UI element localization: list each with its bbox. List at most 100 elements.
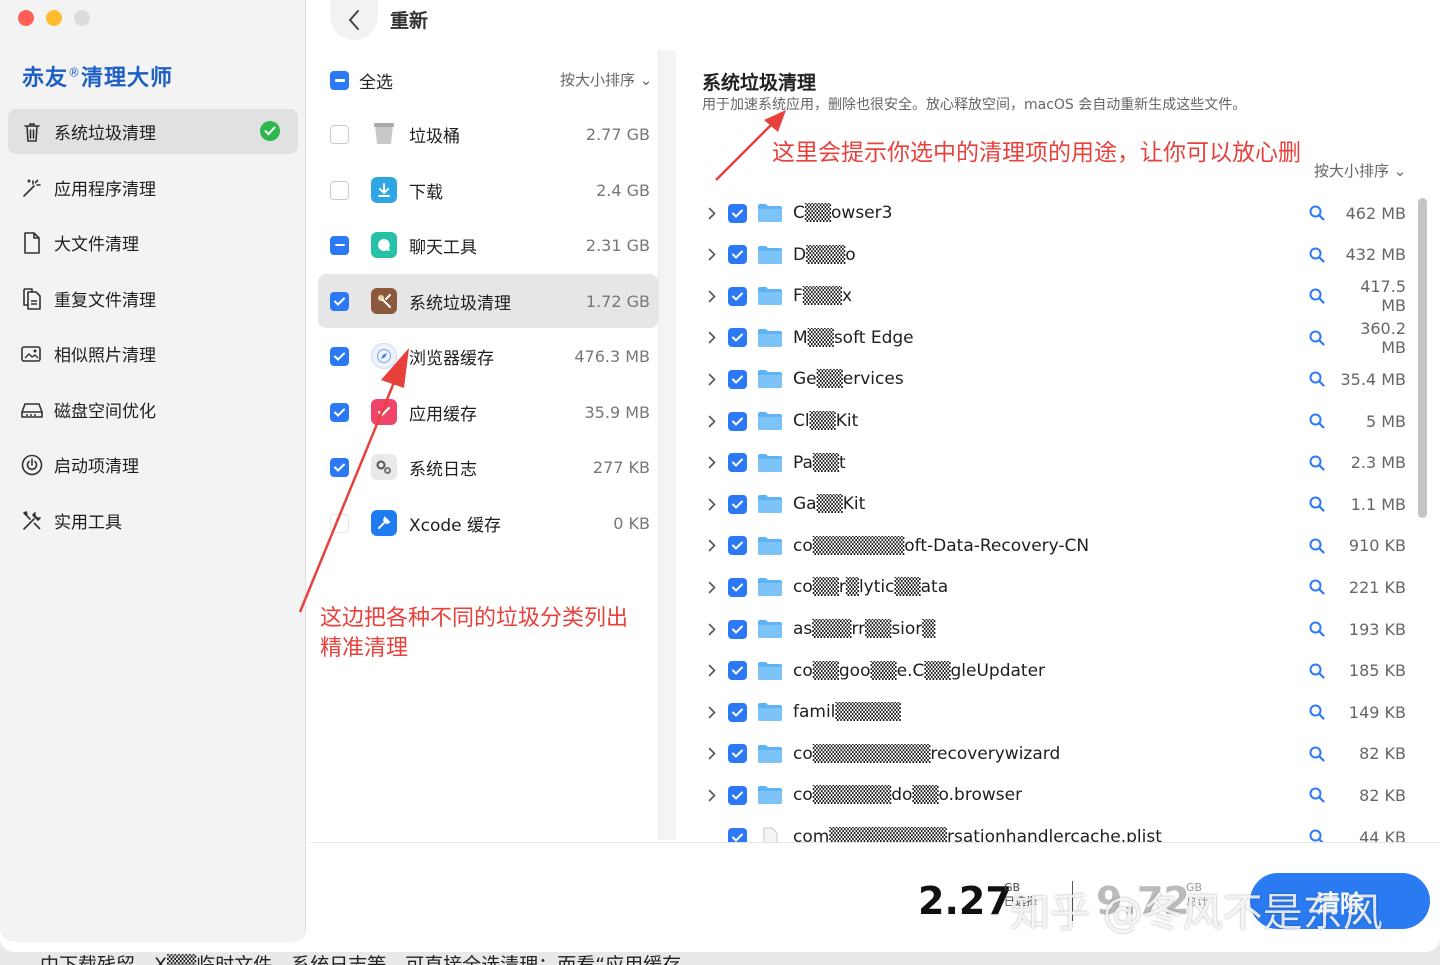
checkbox-checked[interactable]	[728, 619, 747, 639]
chevron-right-icon[interactable]	[706, 288, 718, 304]
checkbox[interactable]	[330, 513, 349, 533]
category-row-app-cache[interactable]: 应用缓存 35.9 MB	[318, 385, 658, 439]
search-icon[interactable]	[1308, 537, 1326, 555]
category-row-browser-cache[interactable]: 浏览器缓存 476.3 MB	[318, 329, 658, 383]
checkbox-mixed[interactable]	[330, 71, 349, 90]
file-row[interactable]: D▒▒▒o 432 MB	[706, 235, 1406, 275]
window-maximize-button[interactable]	[74, 10, 90, 26]
chevron-down-icon: ⌄	[1393, 162, 1407, 180]
scrollbar-track[interactable]	[658, 50, 676, 840]
category-row-chat-tools[interactable]: 聊天工具 2.31 GB	[318, 218, 658, 272]
file-row[interactable]: Pa▒▒t 2.3 MB	[706, 443, 1406, 483]
file-row[interactable]: co▒▒▒▒▒▒▒▒▒recoverywizard 82 KB	[706, 734, 1406, 774]
chevron-right-icon[interactable]	[706, 496, 718, 512]
search-icon[interactable]	[1308, 204, 1326, 222]
scrollbar-thumb[interactable]	[1418, 198, 1427, 518]
file-row[interactable]: Ge▒▒ervices 35.4 MB	[706, 359, 1406, 399]
search-icon[interactable]	[1308, 578, 1326, 596]
category-row-downloads[interactable]: 下载 2.4 GB	[318, 163, 658, 217]
search-icon[interactable]	[1308, 620, 1326, 638]
search-icon[interactable]	[1308, 786, 1326, 804]
sidebar-item-utilities[interactable]: 实用工具	[8, 498, 298, 543]
chevron-right-icon[interactable]	[706, 787, 718, 803]
chevron-right-icon[interactable]	[706, 663, 718, 679]
window-minimize-button[interactable]	[46, 10, 62, 26]
chevron-right-icon[interactable]	[706, 579, 718, 595]
chevron-right-icon[interactable]	[706, 413, 718, 429]
sidebar-item-app-cleanup[interactable]: 应用程序清理	[8, 165, 298, 210]
file-row[interactable]: as▒▒▒rr▒▒sior▒ 193 KB	[706, 609, 1406, 649]
checkbox[interactable]	[330, 180, 349, 200]
category-row-trash[interactable]: 垃圾桶 2.77 GB	[318, 107, 658, 161]
chevron-right-icon[interactable]	[706, 205, 718, 221]
search-icon[interactable]	[1308, 454, 1326, 472]
chevron-right-icon[interactable]	[706, 704, 718, 720]
search-icon[interactable]	[1308, 745, 1326, 763]
sidebar-item-large-files[interactable]: 大文件清理	[8, 220, 298, 265]
file-row[interactable]: co▒▒▒▒▒▒▒oft-Data-Recovery-CN 910 KB	[706, 526, 1406, 566]
file-row[interactable]: co▒▒r▒lytic▒▒ata 221 KB	[706, 567, 1406, 607]
chevron-right-icon[interactable]	[706, 371, 718, 387]
file-row[interactable]: co▒▒▒▒▒▒do▒▒o.browser 82 KB	[706, 775, 1406, 815]
chevron-right-icon[interactable]	[706, 621, 718, 637]
checkbox-checked[interactable]	[728, 744, 747, 764]
chevron-right-icon[interactable]	[706, 330, 718, 346]
checkbox-checked[interactable]	[728, 661, 747, 681]
search-icon[interactable]	[1308, 412, 1326, 430]
back-button[interactable]	[330, 0, 378, 40]
search-icon[interactable]	[1308, 370, 1326, 388]
chevron-right-icon[interactable]	[706, 746, 718, 762]
checkbox-checked[interactable]	[728, 286, 747, 306]
checkbox-checked[interactable]	[728, 577, 747, 597]
search-icon[interactable]	[1308, 662, 1326, 680]
select-all-checkbox[interactable]: 全选	[330, 68, 393, 93]
chevron-right-icon[interactable]	[706, 538, 718, 554]
file-row[interactable]: co▒▒goo▒▒e.C▒▒gleUpdater 185 KB	[706, 651, 1406, 691]
checkbox-checked[interactable]	[728, 536, 747, 556]
sort-dropdown[interactable]: 按大小排序 ⌄	[560, 69, 652, 90]
sidebar-item-system-junk[interactable]: 系统垃圾清理	[8, 109, 298, 154]
chevron-left-icon	[348, 10, 359, 30]
file-name: co▒▒goo▒▒e.C▒▒gleUpdater	[793, 660, 1046, 681]
checkbox-checked[interactable]	[728, 453, 747, 473]
checkbox-checked[interactable]	[728, 328, 747, 348]
category-row-system-logs[interactable]: 系统日志 277 KB	[318, 440, 658, 494]
sort-dropdown[interactable]: 按大小排序 ⌄	[1314, 160, 1406, 181]
checkbox-checked[interactable]	[728, 785, 747, 805]
search-icon[interactable]	[1308, 703, 1326, 721]
sidebar-item-startup[interactable]: 启动项清理	[8, 442, 298, 487]
checkbox[interactable]	[330, 124, 349, 144]
category-row-system-junk[interactable]: 系统垃圾清理 1.72 GB	[318, 274, 658, 328]
checkbox-checked[interactable]	[330, 291, 349, 311]
window-close-button[interactable]	[18, 10, 34, 26]
file-row[interactable]: Cl▒▒Kit 5 MB	[706, 401, 1406, 441]
file-row[interactable]: famil▒▒▒▒▒ 149 KB	[706, 692, 1406, 732]
checkbox-checked[interactable]	[330, 346, 349, 366]
sidebar-item-label: 启动项清理	[54, 457, 139, 477]
chat-bubble-icon	[371, 232, 397, 258]
file-row[interactable]: Ga▒▒Kit 1.1 MB	[706, 484, 1406, 524]
sidebar-item-disk-optimize[interactable]: 磁盘空间优化	[8, 387, 298, 432]
search-icon[interactable]	[1308, 287, 1326, 305]
file-row[interactable]: C▒▒owser3 462 MB	[706, 193, 1406, 233]
chevron-right-icon[interactable]	[706, 455, 718, 471]
app-logo-suffix: 清理大师	[81, 66, 174, 91]
checkbox-checked[interactable]	[728, 411, 747, 431]
chevron-right-icon[interactable]	[706, 247, 718, 263]
search-icon[interactable]	[1308, 495, 1326, 513]
sidebar-item-duplicate-files[interactable]: 重复文件清理	[8, 276, 298, 321]
checkbox-mixed[interactable]	[330, 235, 349, 255]
sidebar-item-similar-photos[interactable]: 相似照片清理	[8, 331, 298, 376]
checkbox-checked[interactable]	[728, 369, 747, 389]
checkbox-checked[interactable]	[728, 203, 747, 223]
checkbox-checked[interactable]	[728, 702, 747, 722]
search-icon[interactable]	[1308, 246, 1326, 264]
checkbox-checked[interactable]	[728, 245, 747, 265]
category-row-xcode-cache[interactable]: Xcode 缓存 0 KB	[318, 496, 658, 550]
checkbox-checked[interactable]	[728, 494, 747, 514]
checkbox-checked[interactable]	[330, 457, 349, 477]
search-icon[interactable]	[1308, 329, 1326, 347]
checkbox-checked[interactable]	[330, 402, 349, 422]
file-row[interactable]: F▒▒▒x 417.5 MB	[706, 276, 1406, 316]
file-row[interactable]: M▒▒soft Edge 360.2 MB	[706, 318, 1406, 358]
